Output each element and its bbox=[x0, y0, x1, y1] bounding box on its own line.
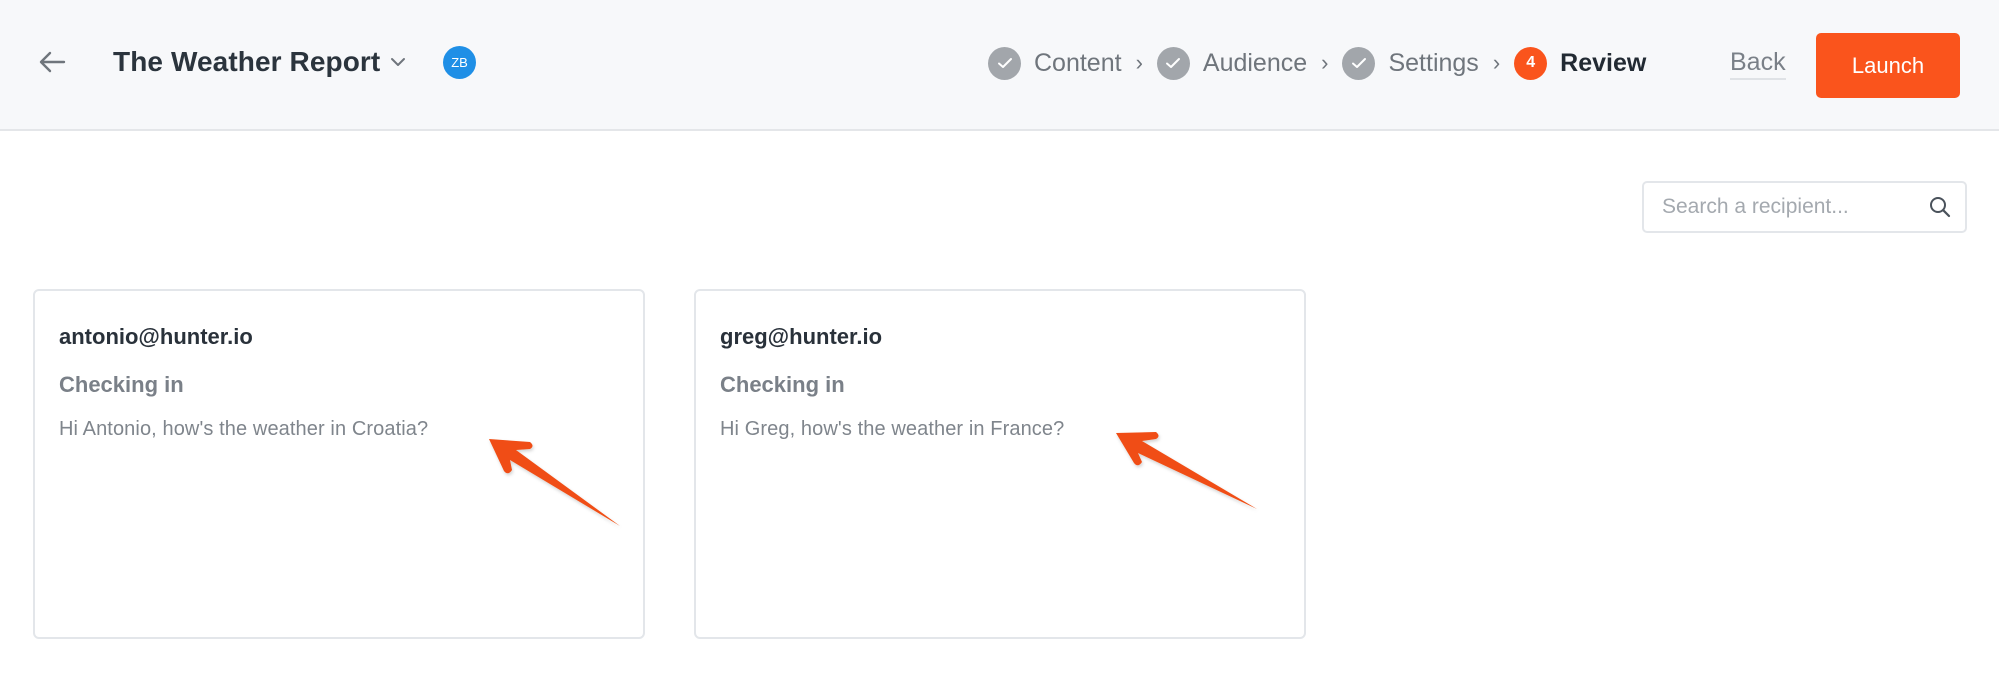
launch-button[interactable]: Launch bbox=[1816, 33, 1960, 98]
email-body: Hi Antonio, how's the weather in Croatia… bbox=[59, 418, 429, 440]
campaign-title: The Weather Report bbox=[113, 46, 381, 77]
search-input[interactable] bbox=[1662, 183, 1922, 231]
step-label: Review bbox=[1560, 48, 1647, 77]
arrow-left-icon[interactable] bbox=[38, 50, 66, 74]
back-button[interactable]: Back bbox=[1730, 48, 1786, 80]
recipient-email: antonio@hunter.io bbox=[59, 324, 253, 349]
recipient-preview-card[interactable]: antonio@hunter.io Checking in Hi Antonio… bbox=[33, 289, 645, 639]
top-bar: The Weather Report ZB Content › Audience… bbox=[0, 0, 1999, 131]
check-icon bbox=[988, 46, 1021, 80]
avatar[interactable]: ZB bbox=[443, 46, 476, 79]
campaign-title-dropdown[interactable]: The Weather Report bbox=[113, 44, 406, 80]
chevron-right-icon: › bbox=[1135, 50, 1143, 75]
step-number-badge: 4 bbox=[1514, 46, 1548, 80]
search-icon[interactable] bbox=[1929, 196, 1951, 218]
step-progress: Content › Audience › Settings › 4 Review bbox=[988, 46, 1646, 80]
chevron-down-icon bbox=[391, 58, 406, 66]
step-audience[interactable]: Audience bbox=[1156, 46, 1308, 80]
email-subject: Checking in bbox=[720, 372, 845, 397]
recipient-preview-card[interactable]: greg@hunter.io Checking in Hi Greg, how'… bbox=[694, 289, 1306, 639]
step-settings[interactable]: Settings bbox=[1342, 46, 1479, 80]
email-subject: Checking in bbox=[59, 372, 184, 397]
recipient-search bbox=[1642, 181, 1967, 233]
check-icon bbox=[1156, 46, 1190, 80]
step-label: Content bbox=[1034, 48, 1122, 77]
step-label: Settings bbox=[1388, 48, 1479, 77]
email-body: Hi Greg, how's the weather in France? bbox=[720, 418, 1065, 440]
recipient-email: greg@hunter.io bbox=[720, 324, 883, 349]
step-review[interactable]: 4 Review bbox=[1514, 46, 1647, 80]
chevron-right-icon: › bbox=[1492, 50, 1501, 75]
chevron-right-icon: › bbox=[1321, 50, 1329, 75]
step-content[interactable]: Content bbox=[988, 46, 1122, 80]
step-label: Audience bbox=[1202, 48, 1308, 77]
check-icon bbox=[1342, 46, 1376, 80]
